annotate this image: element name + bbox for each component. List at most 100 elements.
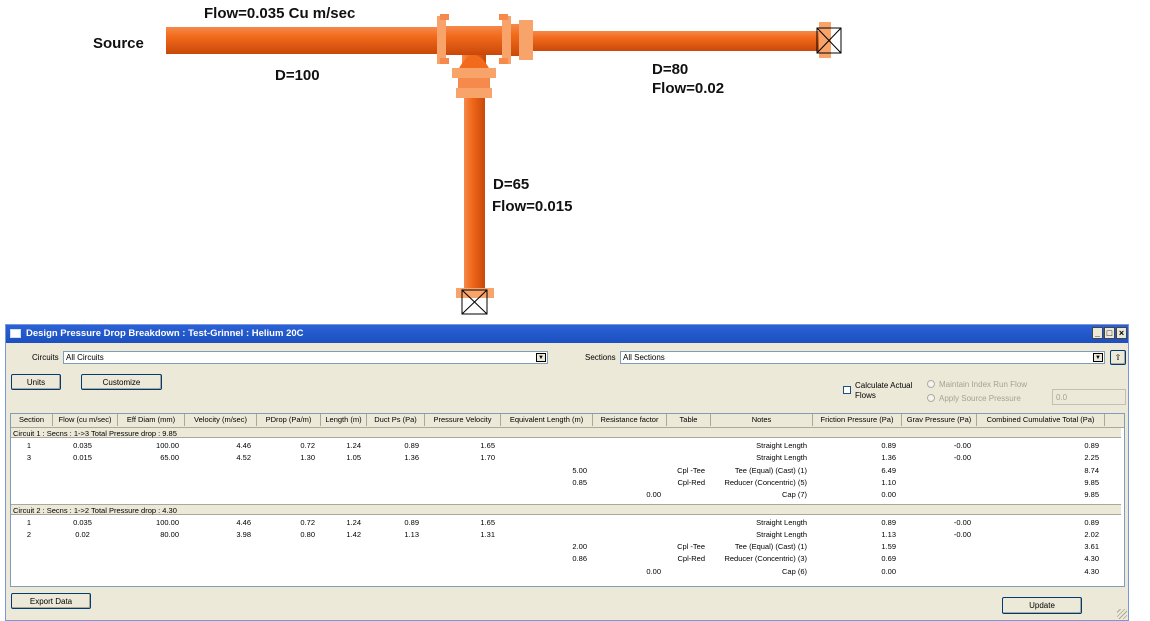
table-cell: 1.13 xyxy=(881,529,896,539)
table-row[interactable]: 0.00 Cap (6) 0.00 4.30 xyxy=(11,566,1124,578)
table-cell xyxy=(667,489,705,501)
column-header[interactable]: PDrop (Pa/m) xyxy=(257,414,321,426)
table-cell: 0.85 xyxy=(572,477,587,487)
column-header[interactable]: Grav Pressure (Pa) xyxy=(902,414,977,426)
right-diameter-label: D=80 xyxy=(652,61,689,78)
maintain-index-label: Maintain Index Run Flow xyxy=(939,380,1028,389)
close-button[interactable]: × xyxy=(1116,327,1127,339)
table-cell xyxy=(902,489,971,501)
table-cell xyxy=(53,541,112,553)
table-cell xyxy=(593,541,661,553)
customize-button[interactable]: Customize xyxy=(81,374,162,390)
sections-select[interactable]: All Sections ▼ xyxy=(620,351,1105,364)
table-cell: 9.85 xyxy=(1084,490,1099,500)
table-cell: 80.00 xyxy=(160,529,179,539)
tee-fitting xyxy=(446,26,502,55)
maximize-button[interactable]: □ xyxy=(1104,327,1115,339)
branch-flow-label: Flow=0.015 xyxy=(492,198,573,215)
export-data-button[interactable]: Export Data xyxy=(11,593,91,609)
circuits-value: All Circuits xyxy=(66,353,104,362)
table-cell xyxy=(902,541,971,553)
minimize-button[interactable]: _ xyxy=(1092,327,1103,339)
table-row[interactable]: 5.00 Cpl -Tee Tee (Equal) (Cast) (1) 6.49 8.… xyxy=(11,465,1124,477)
column-header[interactable]: Resistance factor xyxy=(593,414,667,426)
pressure-drop-table[interactable]: Section Flow (cu m/sec) Eff Diam (mm) Veloc… xyxy=(10,413,1125,587)
column-header[interactable]: Table xyxy=(667,414,711,426)
column-header[interactable]: Length (m) xyxy=(321,414,367,426)
source-pressure-input[interactable]: 0.0 xyxy=(1052,389,1126,405)
title-bar[interactable]: Design Pressure Drop Breakdown : Test-Gr… xyxy=(6,325,1128,343)
table-cell: 0.69 xyxy=(881,554,896,564)
table-cell xyxy=(425,566,495,578)
column-header[interactable]: Eff Diam (mm) xyxy=(118,414,185,426)
table-row[interactable]: 0.86 Cpl-Red Reducer (Concentric) (3) 0.69 4… xyxy=(11,553,1124,565)
table-cell xyxy=(11,465,47,477)
table-cell xyxy=(425,541,495,553)
column-header[interactable]: Combined Cumulative Total (Pa) xyxy=(977,414,1105,426)
circuit-group-header[interactable]: Circuit 2 : Secns : 1->2 Total Pressure … xyxy=(11,503,1121,515)
table-cell: 1.05 xyxy=(346,453,361,463)
column-header[interactable]: Flow (cu m/sec) xyxy=(53,414,118,426)
table-cell: 0.02 xyxy=(75,529,90,539)
table-cell xyxy=(53,477,112,489)
table-cell: 0.035 xyxy=(73,517,92,527)
sections-value: All Sections xyxy=(623,353,665,362)
table-cell: 0.89 xyxy=(404,517,419,527)
column-header[interactable]: Duct Ps (Pa) xyxy=(367,414,425,426)
table-cell: Straight Length xyxy=(756,441,807,450)
table-cell xyxy=(501,566,587,578)
branch-diameter-label: D=65 xyxy=(493,176,530,193)
column-header[interactable]: Pressure Velocity xyxy=(425,414,501,426)
column-header[interactable]: Velocity (m/sec) xyxy=(185,414,257,426)
column-header[interactable]: Friction Pressure (Pa) xyxy=(813,414,902,426)
table-cell xyxy=(593,465,661,477)
table-cell xyxy=(321,566,361,578)
table-cell xyxy=(902,465,971,477)
table-cell xyxy=(118,541,179,553)
circuit-group-header[interactable]: Circuit 1 : Secns : 1->3 Total Pressure … xyxy=(11,427,1121,438)
update-button[interactable]: Update xyxy=(1002,597,1082,614)
table-row[interactable]: 2.00 Cpl -Tee Tee (Equal) (Cast) (1) 1.59 3.… xyxy=(11,541,1124,553)
maintain-index-radio[interactable] xyxy=(927,380,935,388)
table-header: Section Flow (cu m/sec) Eff Diam (mm) Veloc… xyxy=(11,414,1124,428)
calculate-actual-flows-checkbox[interactable] xyxy=(843,386,851,394)
table-row[interactable]: 0.00 Cap (7) 0.00 9.85 xyxy=(11,489,1124,501)
table-cell xyxy=(185,465,251,477)
table-cell: Tee (Equal) (Cast) (1) xyxy=(734,542,807,552)
resize-grip[interactable] xyxy=(1117,609,1127,619)
main-pipe xyxy=(166,27,441,54)
table-cell: -0.00 xyxy=(953,441,971,450)
units-button[interactable]: Units xyxy=(11,374,61,390)
table-cell: 1.59 xyxy=(881,542,896,552)
column-header[interactable]: Equivalent Length (m) xyxy=(501,414,593,426)
column-header[interactable]: Section xyxy=(11,414,53,426)
table-cell: 1.30 xyxy=(300,453,315,463)
apply-source-radio[interactable] xyxy=(927,394,935,402)
table-row[interactable]: 2 0.02 80.00 3.98 0.80 1.42 1.13 1.31 Straight L… xyxy=(11,529,1124,541)
window-icon xyxy=(10,329,21,338)
up-arrow-button[interactable]: ⇧ xyxy=(1110,350,1126,365)
table-cell xyxy=(321,553,361,565)
column-header[interactable]: Notes xyxy=(711,414,813,426)
table-cell xyxy=(321,541,361,553)
table-cell xyxy=(118,553,179,565)
table-row[interactable]: 3 0.015 65.00 4.52 1.30 1.05 1.36 1.70 Straight … xyxy=(11,452,1124,464)
table-cell: 1 xyxy=(26,441,32,450)
table-cell xyxy=(367,477,419,489)
sections-label: Sections xyxy=(585,353,616,362)
table-cell: 0.89 xyxy=(1084,441,1099,450)
table-cell: Straight Length xyxy=(756,517,807,527)
table-cell xyxy=(321,489,361,501)
table-row[interactable]: 0.85 Cpl-Red Reducer (Concentric) (5) 1.10 9… xyxy=(11,477,1124,489)
table-cell xyxy=(257,541,315,553)
table-row[interactable]: 1 0.035 100.00 4.46 0.72 1.24 0.89 1.65 Straight… xyxy=(11,517,1124,529)
table-cell: 0.89 xyxy=(404,441,419,450)
chevron-down-icon[interactable]: ▼ xyxy=(536,353,546,362)
table-cell: 0.72 xyxy=(300,441,315,450)
chevron-down-icon[interactable]: ▼ xyxy=(1093,353,1103,362)
circuits-select[interactable]: All Circuits ▼ xyxy=(63,351,548,364)
table-row[interactable]: 1 0.035 100.00 4.46 0.72 1.24 0.89 1.65 Straight… xyxy=(11,440,1124,452)
table-cell xyxy=(593,440,661,452)
apply-source-label: Apply Source Pressure xyxy=(939,394,1021,403)
table-cell xyxy=(257,465,315,477)
